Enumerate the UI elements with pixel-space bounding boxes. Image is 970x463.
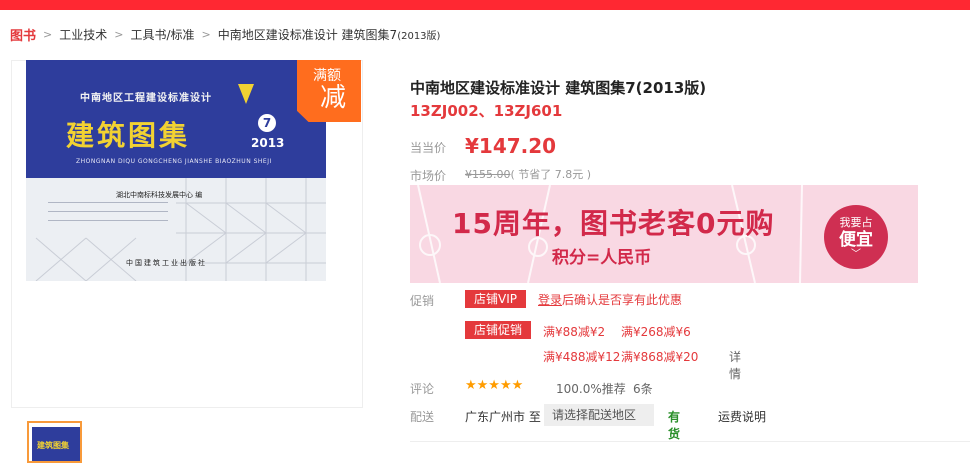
cover-editor: 湖北中南标科技发展中心 编 bbox=[116, 191, 203, 199]
cover-year: 2013 bbox=[251, 136, 285, 150]
cover-series: 中南地区工程建设标准设计 bbox=[80, 93, 212, 104]
product-subtitle: 13ZJ002、13ZJ601 bbox=[410, 102, 563, 120]
badge-big-text: 减 bbox=[320, 83, 347, 113]
market-price-label: 市场价 bbox=[410, 169, 447, 183]
cover-number: 7 bbox=[258, 114, 276, 132]
market-price: ¥155.00( 节省了 7.8元 ) bbox=[465, 166, 591, 182]
breadcrumb-current-edition: (2013版) bbox=[397, 30, 441, 42]
anniversary-banner[interactable]: 15周年，图书老客0元购 积分=人民币 我要占 便宜 ﹀ bbox=[410, 185, 918, 283]
promo-item: 满¥268减¥6 bbox=[621, 325, 691, 339]
top-bar bbox=[0, 0, 970, 10]
promo-item: 满¥88减¥2 bbox=[543, 325, 606, 339]
ship-from: 广东广州市 至 bbox=[465, 410, 541, 424]
breadcrumb-home[interactable]: 图书 bbox=[10, 25, 36, 44]
chevron-right-icon: > bbox=[201, 27, 211, 41]
product-title: 中南地区建设标准设计 建筑图集7(2013版) bbox=[410, 79, 707, 97]
banner-headline: 15周年，图书老客0元购 bbox=[452, 207, 775, 240]
promo-label: 促销 bbox=[410, 294, 435, 308]
shipping-fee-link[interactable]: 运费说明 bbox=[718, 408, 766, 425]
review-label: 评论 bbox=[410, 382, 435, 396]
cover-triangle-icon bbox=[238, 84, 254, 104]
shop-vip-tag: 店铺VIP bbox=[465, 290, 526, 308]
saved-amount: ( 节省了 7.8元 ) bbox=[510, 168, 592, 181]
banner-cta-line1: 我要占 bbox=[839, 216, 873, 229]
cover-publisher: 中国建筑工业出版社 bbox=[126, 259, 207, 267]
badge-top-text: 满额 bbox=[313, 68, 341, 84]
delivery-region-select[interactable]: 请选择配送地区 bbox=[544, 404, 654, 426]
banner-cta-line2: 便宜 bbox=[839, 230, 873, 250]
book-cover-image[interactable]: 中南地区工程建设标准设计 建筑图集 7 2013 ZHONGNAN DIQU G… bbox=[26, 60, 326, 281]
full-discount-badge: 满额 减 bbox=[297, 60, 361, 122]
breadcrumb: 图书 > 工业技术 > 工具书/标准 > 中南地区建设标准设计 建筑图集7(20… bbox=[10, 25, 441, 44]
review-count-link[interactable]: 6条 bbox=[633, 380, 653, 397]
chevron-right-icon: > bbox=[43, 27, 53, 41]
promo-item: 满¥488减¥12 bbox=[543, 350, 621, 364]
chevron-right-icon: > bbox=[114, 27, 124, 41]
star-rating-icon: ★★★★★ bbox=[465, 378, 524, 393]
current-price: ¥147.20 bbox=[465, 134, 557, 158]
promo-item: 满¥868减¥20 bbox=[621, 350, 699, 364]
banner-subline: 积分=人民币 bbox=[552, 248, 652, 268]
price-label: 当当价 bbox=[410, 141, 447, 155]
breadcrumb-current-main: 中南地区建设标准设计 建筑图集7 bbox=[217, 27, 398, 42]
login-link[interactable]: 登录 bbox=[538, 293, 562, 307]
banner-cta-button[interactable]: 我要占 便宜 ﹀ bbox=[824, 205, 888, 269]
recommend-rate: 100.0%推荐 bbox=[556, 382, 626, 396]
cover-thumbnail[interactable]: 建筑图集 bbox=[27, 421, 82, 463]
divider bbox=[410, 441, 970, 442]
promo-login-note: 登录后确认是否享有此优惠 bbox=[538, 291, 682, 308]
thumbnail-image: 建筑图集 bbox=[32, 427, 80, 461]
breadcrumb-item[interactable]: 工业技术 bbox=[59, 26, 107, 43]
chevron-down-icon: ﹀ bbox=[851, 249, 861, 260]
shop-promo-tag: 店铺促销 bbox=[465, 321, 532, 339]
promo-detail-link[interactable]: 详情 bbox=[729, 348, 741, 382]
shipping-label: 配送 bbox=[410, 410, 435, 424]
breadcrumb-item[interactable]: 工具书/标准 bbox=[130, 26, 194, 43]
stock-status: 有货 bbox=[668, 410, 681, 441]
login-note-text: 后确认是否享有此优惠 bbox=[562, 293, 683, 307]
market-price-value: ¥155.00 bbox=[465, 168, 511, 181]
cover-codes bbox=[48, 202, 168, 242]
thumbnail-title: 建筑图集 bbox=[37, 441, 69, 450]
cover-title: 建筑图集 bbox=[66, 119, 191, 152]
cover-pinyin: ZHONGNAN DIQU GONGCHENG JIANSHE BIAOZHUN… bbox=[76, 158, 272, 165]
breadcrumb-current: 中南地区建设标准设计 建筑图集7(2013版) bbox=[218, 26, 441, 43]
